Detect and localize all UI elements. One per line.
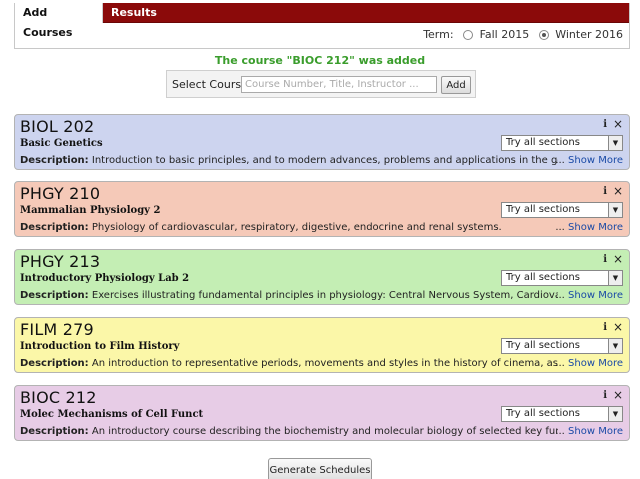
show-more-label[interactable]: Show More [568, 290, 623, 301]
course-title: Introductory Physiology Lab 2 [20, 273, 190, 284]
generate-schedules-button[interactable]: Generate Schedules [268, 458, 372, 479]
course-title: Introduction to Film History [20, 341, 180, 352]
add-course-button[interactable]: Add [441, 76, 471, 94]
show-more-ellipsis: ... [555, 358, 565, 369]
tab-results[interactable]: Results [103, 3, 165, 23]
term-winter-2016-label[interactable]: Winter 2016 [555, 28, 623, 41]
close-icon[interactable]: × [613, 388, 623, 402]
course-title: Basic Genetics [20, 138, 103, 149]
course-code: FILM 279 [20, 320, 94, 339]
description-text: Physiology of cardiovascular, respirator… [91, 222, 502, 233]
description-text: An introduction to representative period… [91, 358, 558, 369]
show-more-label[interactable]: Show More [568, 155, 623, 166]
info-icon[interactable]: i [603, 119, 607, 130]
course-description: Description: Exercises illustrating fund… [20, 290, 558, 304]
description-text: Exercises illustrating fundamental princ… [91, 290, 558, 301]
course-card-phgy-213: PHGY 213 Introductory Physiology Lab 2 i… [14, 249, 630, 305]
description-label: Description: [20, 426, 89, 437]
tabs-panel: Add Courses Results Term: Fall 2015 Wint… [14, 3, 630, 49]
sections-dropdown[interactable]: Try all sections ▼ [501, 270, 623, 286]
chevron-down-icon[interactable]: ▼ [608, 339, 622, 353]
status-message: The course "BIOC 212" was added [214, 54, 426, 67]
course-code: PHGY 210 [20, 184, 101, 203]
close-icon[interactable]: × [613, 320, 623, 334]
chevron-down-icon[interactable]: ▼ [608, 136, 622, 150]
sections-dropdown-value: Try all sections [506, 340, 580, 351]
term-winter-2016-radio[interactable] [538, 30, 549, 40]
tab-add-courses[interactable]: Add Courses [15, 3, 103, 39]
term-fall-2015-radio[interactable] [463, 30, 474, 40]
term-selector: Term: Fall 2015 Winter 2016 [423, 27, 623, 43]
course-description: Description: An introduction to represen… [20, 358, 558, 372]
course-code: BIOC 212 [20, 388, 97, 407]
select-course-box: Select Course Add [166, 70, 476, 98]
course-card-film-279: FILM 279 Introduction to Film History i … [14, 317, 630, 373]
select-course-label: Select Course [172, 78, 248, 91]
course-code: PHGY 213 [20, 252, 101, 271]
show-more-label[interactable]: Show More [568, 358, 623, 369]
course-title: Mammalian Physiology 2 [20, 205, 161, 216]
show-more-link[interactable]: ... Show More [555, 155, 623, 166]
sections-dropdown[interactable]: Try all sections ▼ [501, 135, 623, 151]
show-more-link[interactable]: ... Show More [555, 222, 623, 233]
info-icon[interactable]: i [603, 254, 607, 265]
course-search-input[interactable] [241, 76, 437, 93]
description-label: Description: [20, 222, 89, 233]
show-more-link[interactable]: ... Show More [555, 290, 623, 301]
info-icon[interactable]: i [603, 322, 607, 333]
show-more-ellipsis: ... [555, 222, 565, 233]
sections-dropdown[interactable]: Try all sections ▼ [501, 202, 623, 218]
sections-dropdown-value: Try all sections [506, 272, 580, 283]
chevron-down-icon[interactable]: ▼ [608, 203, 622, 217]
description-text: Introduction to basic principles, and to… [91, 155, 558, 166]
course-code: BIOL 202 [20, 117, 95, 136]
sections-dropdown[interactable]: Try all sections ▼ [501, 338, 623, 354]
course-description: Description: Physiology of cardiovascula… [20, 222, 558, 236]
show-more-link[interactable]: ... Show More [555, 358, 623, 369]
course-card-phgy-210: PHGY 210 Mammalian Physiology 2 i × Try … [14, 181, 630, 237]
tab-bar: Add Courses Results [15, 3, 629, 39]
show-more-label[interactable]: Show More [568, 426, 623, 437]
show-more-ellipsis: ... [555, 426, 565, 437]
course-card-biol-202: BIOL 202 Basic Genetics i × Try all sect… [14, 114, 630, 170]
course-description: Description: Introduction to basic princ… [20, 155, 558, 169]
info-icon[interactable]: i [603, 390, 607, 401]
close-icon[interactable]: × [613, 117, 623, 131]
chevron-down-icon[interactable]: ▼ [608, 271, 622, 285]
course-card-bioc-212: BIOC 212 Molec Mechanisms of Cell Funct … [14, 385, 630, 441]
show-more-label[interactable]: Show More [568, 222, 623, 233]
sections-dropdown-value: Try all sections [506, 204, 580, 215]
description-label: Description: [20, 358, 89, 369]
term-label: Term: [423, 28, 454, 41]
close-icon[interactable]: × [613, 184, 623, 198]
show-more-link[interactable]: ... Show More [555, 426, 623, 437]
sections-dropdown[interactable]: Try all sections ▼ [501, 406, 623, 422]
term-fall-2015-label[interactable]: Fall 2015 [480, 28, 530, 41]
description-text: An introductory course describing the bi… [91, 426, 558, 437]
course-description: Description: An introductory course desc… [20, 426, 558, 440]
show-more-ellipsis: ... [555, 290, 565, 301]
sections-dropdown-value: Try all sections [506, 408, 580, 419]
description-label: Description: [20, 290, 89, 301]
close-icon[interactable]: × [613, 252, 623, 266]
description-label: Description: [20, 155, 89, 166]
course-title: Molec Mechanisms of Cell Funct [20, 409, 204, 420]
sections-dropdown-value: Try all sections [506, 137, 580, 148]
show-more-ellipsis: ... [555, 155, 565, 166]
chevron-down-icon[interactable]: ▼ [608, 407, 622, 421]
info-icon[interactable]: i [603, 186, 607, 197]
